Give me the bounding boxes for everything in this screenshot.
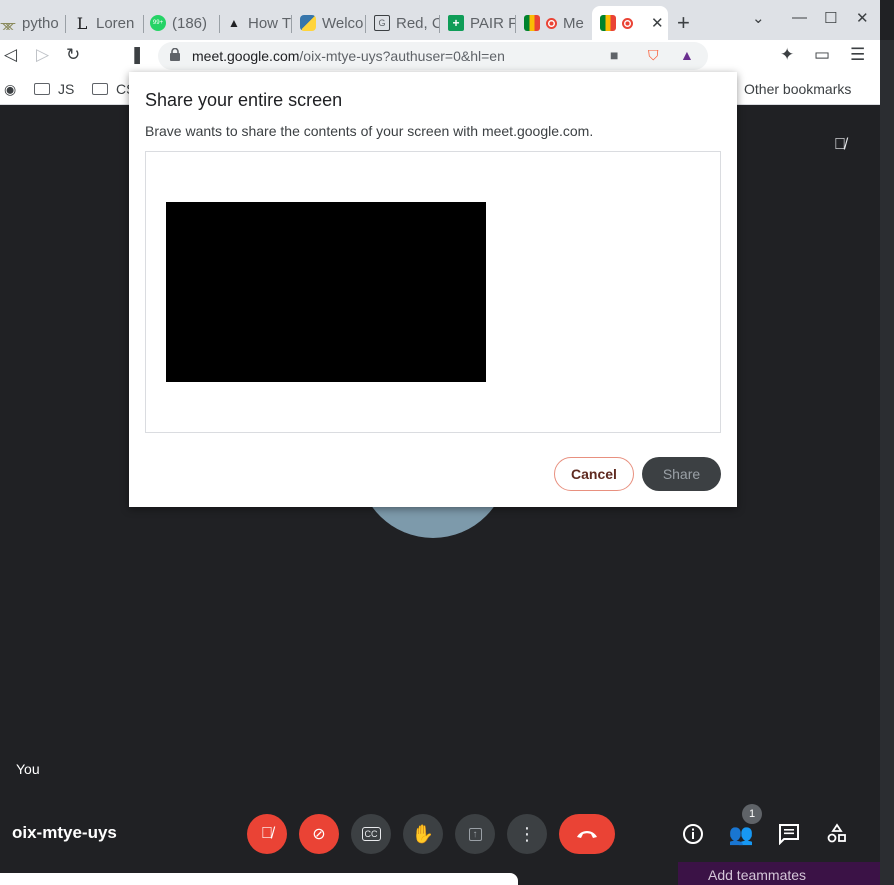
- hand-icon: ✋: [411, 823, 435, 844]
- python-icon: [300, 15, 316, 31]
- brave-rewards-icon[interactable]: ▲: [680, 47, 694, 63]
- people-icon[interactable]: 👥: [729, 822, 754, 846]
- close-window-button[interactable]: ✕: [856, 9, 869, 27]
- camera-off-icon: ⊘: [312, 826, 326, 843]
- tab-welcome-python[interactable]: Welco: [300, 6, 366, 40]
- share-screen-dialog: Share your entire screen Brave wants to …: [129, 72, 737, 507]
- browser-toolbar: ◁ ▷ ↻ ❚ meet.google.com/oix-mtye-uys?aut…: [0, 40, 880, 72]
- maximize-button[interactable]: ☐: [824, 9, 837, 27]
- mic-off-icon: 🎙̸: [261, 825, 273, 842]
- extensions-icon[interactable]: ✦: [780, 45, 794, 65]
- forward-button[interactable]: ▷: [36, 45, 49, 65]
- dialog-title: Share your entire screen: [145, 90, 343, 110]
- book-icon: G: [374, 15, 390, 31]
- back-button[interactable]: ◁: [4, 45, 17, 65]
- minimize-button[interactable]: —: [792, 9, 807, 26]
- tab-strip: ᚘ pytho L Loren 99+ (186) ▲ How T Welco …: [0, 0, 880, 40]
- more-options-button[interactable]: ⋮: [507, 814, 547, 854]
- tab-how-to[interactable]: ▲ How T: [226, 6, 292, 40]
- tab-meet-active[interactable]: ✕: [592, 6, 668, 40]
- tab-search-chevron-icon[interactable]: ⌄: [752, 9, 765, 27]
- meet-icon: [600, 15, 616, 31]
- green-plus-icon: +: [448, 15, 464, 31]
- new-tab-button[interactable]: +: [677, 10, 690, 36]
- clipped-side-panel: [880, 40, 894, 885]
- leave-call-button[interactable]: [559, 814, 615, 854]
- reload-button[interactable]: ↻: [66, 45, 80, 65]
- meeting-code: oix-mtye-uys: [12, 823, 117, 842]
- mic-off-indicator-icon: 🎙̸: [834, 136, 846, 153]
- screen-thumbnail[interactable]: [166, 202, 486, 382]
- share-button[interactable]: Share: [642, 457, 721, 491]
- tab-red[interactable]: G Red, C: [374, 6, 440, 40]
- tab-chat[interactable]: 99+ (186): [150, 6, 220, 40]
- mic-toggle-button[interactable]: 🎙̸: [247, 814, 287, 854]
- present-screen-icon: ↑: [468, 827, 482, 841]
- bookmark-icon[interactable]: ❚: [130, 45, 144, 65]
- closed-captions-icon: CC: [361, 827, 381, 841]
- present-button[interactable]: ↑: [455, 814, 495, 854]
- cancel-button[interactable]: Cancel: [554, 457, 634, 491]
- meet-icon: [524, 15, 540, 31]
- camera-in-use-icon[interactable]: ■: [610, 47, 618, 63]
- tab-python[interactable]: ᚘ pytho: [0, 6, 66, 40]
- camera-toggle-button[interactable]: ⊘: [299, 814, 339, 854]
- tab-pair[interactable]: + PAIR F: [448, 6, 516, 40]
- menu-icon[interactable]: ☰: [850, 45, 865, 65]
- close-tab-icon[interactable]: ✕: [651, 14, 664, 32]
- add-teammates-item[interactable]: Add teammates: [678, 862, 880, 885]
- more-vert-icon: ⋮: [518, 823, 536, 844]
- lock-icon: [170, 48, 180, 61]
- participants-count-badge: 1: [742, 804, 762, 824]
- meeting-info-icon[interactable]: [681, 822, 705, 846]
- folder-icon: [34, 83, 50, 95]
- url-text: meet.google.com/oix-mtye-uys?authuser=0&…: [192, 48, 505, 64]
- bookmark-folder-js[interactable]: JS: [34, 81, 74, 97]
- other-bookmarks[interactable]: Other bookmarks: [744, 81, 851, 97]
- tab-lorem[interactable]: L Loren: [74, 6, 144, 40]
- recording-icon: [546, 17, 557, 29]
- chat-badge-icon: 99+: [150, 15, 166, 31]
- captions-button[interactable]: CC: [351, 814, 391, 854]
- hang-up-icon: [577, 831, 597, 838]
- activities-icon[interactable]: [825, 822, 849, 846]
- linux-penguin-icon: ▲: [228, 16, 240, 30]
- plant-icon: ᚘ: [0, 16, 16, 30]
- address-bar[interactable]: meet.google.com/oix-mtye-uys?authuser=0&…: [158, 42, 708, 70]
- wallet-icon[interactable]: ▭: [814, 45, 830, 65]
- globe-icon[interactable]: ◉: [4, 81, 16, 98]
- taskbar-strip: [0, 873, 518, 885]
- self-tile-label: You: [16, 761, 40, 777]
- recording-icon: [622, 17, 633, 29]
- raise-hand-button[interactable]: ✋: [403, 814, 443, 854]
- letter-l-icon: L: [76, 13, 88, 33]
- chat-icon[interactable]: [777, 822, 801, 846]
- tab-meet-1[interactable]: Me: [524, 6, 590, 40]
- brave-shields-icon[interactable]: ⛉: [648, 47, 659, 64]
- folder-icon: [92, 83, 108, 95]
- screen-picker: [145, 151, 721, 433]
- dialog-subtitle: Brave wants to share the contents of you…: [145, 123, 594, 139]
